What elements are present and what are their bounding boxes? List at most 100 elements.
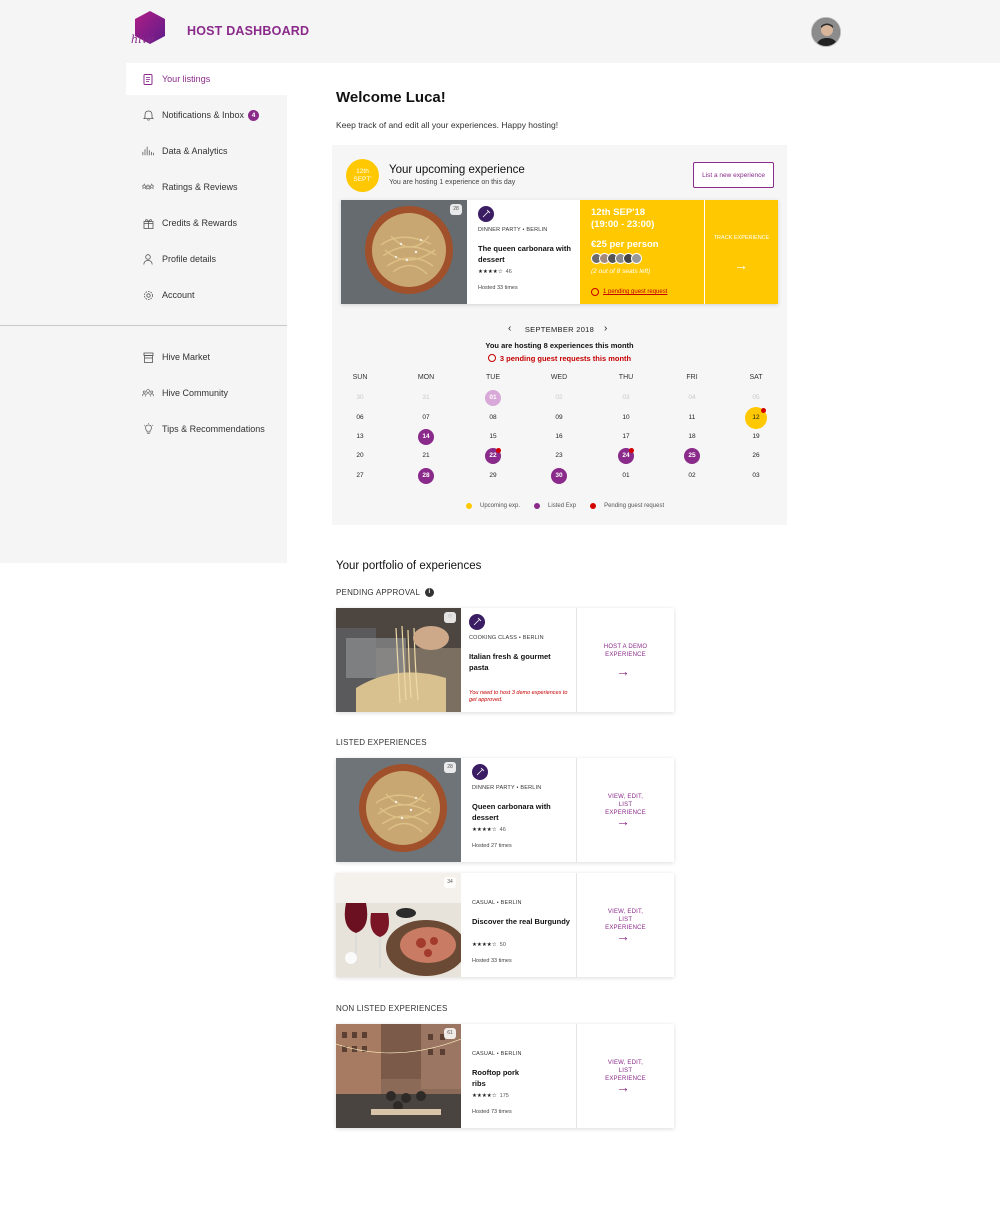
calendar-day[interactable]: 14 [418, 429, 434, 445]
city-label: BERLIN [526, 227, 548, 233]
calendar-day[interactable]: 31 [415, 387, 437, 409]
calendar-pending-text: 3 pending guest requests this month [499, 354, 632, 363]
guest-avatars [591, 253, 642, 264]
calendar-day[interactable]: 25 [684, 448, 700, 464]
weekday-label: TUE [486, 374, 500, 381]
experience-card-info: DINNER PARTY • BERLIN Queen carbonara wi… [461, 758, 577, 862]
view-edit-list-button[interactable]: VIEW, EDIT, LIST EXPERIENCE → [577, 758, 674, 862]
hosted-count: Hosted 33 times [472, 958, 512, 964]
experience-card[interactable]: 61 CASUAL • BERLIN Rooftop pork ribs ★★★… [336, 1024, 674, 1128]
view-edit-list-button[interactable]: VIEW, EDIT, LIST EXPERIENCE → [577, 873, 674, 977]
favorite-count[interactable]: 61 [444, 1028, 456, 1039]
calendar-month: SEPTEMBER 2018 [524, 325, 595, 334]
list-new-experience-button[interactable]: List a new experience [693, 162, 774, 188]
calendar-day[interactable]: 20 [349, 445, 371, 467]
bell-icon [142, 109, 154, 121]
experience-name: Italian fresh & gourmet pasta [469, 652, 551, 672]
favorite-count[interactable]: 28 [450, 204, 462, 215]
market-icon [142, 351, 154, 363]
calendar-day[interactable]: 01 [615, 465, 637, 487]
calendar-day[interactable]: 30 [551, 468, 567, 484]
seats-left: (2 out of 8 seats left) [591, 268, 651, 275]
sidebar-item-account[interactable]: Account [126, 279, 287, 311]
dashboard-title: HOST DASHBOARD [187, 24, 310, 38]
view-edit-list-button[interactable]: VIEW, EDIT, LIST EXPERIENCE → [577, 1024, 674, 1128]
experience-card[interactable]: 28 DINNER PARTY • BERLIN Queen carbonara… [336, 758, 674, 862]
weekday-label: THU [618, 374, 634, 381]
favorite-count[interactable]: 34 [444, 877, 456, 888]
favorite-button[interactable]: ♡ [444, 612, 456, 623]
rating: ★★★★☆ 46 [478, 269, 512, 275]
sidebar-item-hive-community[interactable]: Hive Community [126, 377, 287, 409]
non-listed-experiences-text: NON LISTED EXPERIENCES [336, 1004, 448, 1013]
portfolio-title: Your portfolio of experiences [336, 560, 482, 572]
weekday-label: SUN [352, 374, 368, 381]
hive-logo[interactable]: hive [130, 9, 170, 51]
calendar-day[interactable]: 05 [745, 387, 767, 409]
calendar-day[interactable]: 02 [681, 465, 703, 487]
pending-request-dot [496, 448, 501, 453]
arrow-right-icon: → [616, 663, 630, 679]
sidebar-item-your-listings[interactable]: Your listings [126, 63, 287, 95]
upcoming-experience-card[interactable]: 28 DINNER PARTY • BERLIN The queen carbo… [341, 200, 778, 304]
hosted-count: Hosted 27 times [472, 843, 512, 849]
sidebar-item-data-analytics[interactable]: Data & Analytics [126, 135, 287, 167]
calendar-day[interactable]: 28 [418, 468, 434, 484]
experience-card[interactable]: 34 CASUAL • BERLIN Discover the real Bur… [336, 873, 674, 977]
host-demo-button[interactable]: HOST A DEMO EXPERIENCE → [577, 608, 674, 712]
calendar-day[interactable]: 17 [615, 426, 637, 448]
category-label: COOKING CLASS [469, 635, 518, 641]
listed-experiences-label: LISTED EXPERIENCES [336, 738, 427, 747]
calendar-hosting-summary: You are hosting 8 experiences this month [485, 341, 634, 350]
sidebar-item-credits-rewards[interactable]: Credits & Rewards [126, 207, 287, 239]
calendar-day[interactable]: 03 [615, 387, 637, 409]
experience-name: The queen carbonara with dessert [478, 244, 571, 264]
rating-stars: ★★★★☆ [472, 942, 497, 948]
experience-name: Discover the real Burgundy [472, 917, 570, 926]
calendar-day[interactable]: 30 [349, 387, 371, 409]
calendar-day[interactable]: 04 [681, 387, 703, 409]
calendar-day[interactable]: 26 [745, 445, 767, 467]
cooking-class-icon [469, 614, 485, 630]
arrow-right-icon: → [734, 257, 748, 273]
badge-month: SEPT' [353, 176, 372, 183]
calendar-day[interactable]: 29 [482, 465, 504, 487]
sidebar-item-ratings-reviews[interactable]: Ratings & Reviews [126, 171, 287, 203]
sidebar-item-label: Credits & Rewards [162, 218, 238, 228]
city-label: BERLIN [500, 1051, 522, 1057]
sidebar-item-label: Hive Market [162, 352, 211, 362]
sidebar-item-label: Your listings [162, 74, 211, 84]
pending-approval-text: PENDING APPROVAL [336, 588, 420, 597]
sidebar-item-profile-details[interactable]: Profile details [126, 243, 287, 275]
legend-dot [466, 503, 472, 509]
track-experience-button[interactable]: TRACK EXPERIENCE → [705, 200, 778, 304]
info-icon[interactable]: i [424, 588, 434, 597]
calendar-day[interactable]: 02 [548, 387, 570, 409]
pending-request-link[interactable]: 1 pending guest request [591, 288, 667, 296]
user-avatar[interactable] [811, 17, 841, 47]
sidebar-item-notifications[interactable]: Notifications & Inbox 4 [126, 99, 287, 131]
calendar-day[interactable]: 23 [548, 445, 570, 467]
calendar-day[interactable]: 18 [681, 426, 703, 448]
arrow-right-icon: → [616, 1079, 630, 1095]
favorite-count[interactable]: 28 [444, 762, 456, 773]
calendar-day[interactable]: 15 [482, 426, 504, 448]
calendar-day[interactable]: 03 [745, 465, 767, 487]
sidebar-item-tips[interactable]: Tips & Recommendations [126, 413, 287, 445]
calendar-day[interactable]: 01 [485, 390, 501, 406]
experience-card[interactable]: ♡ COOKING CLASS • BERLIN Italian fresh &… [336, 608, 674, 712]
experience-name: Queen carbonara with dessert [472, 802, 551, 822]
sidebar: Your listings Notifications & Inbox 4 Da… [0, 63, 287, 563]
review-count: 46 [499, 827, 506, 833]
sidebar-item-hive-market[interactable]: Hive Market [126, 341, 287, 373]
calendar-day[interactable]: 07 [415, 407, 437, 429]
legend-dot [534, 503, 541, 509]
review-count: 175 [499, 1093, 509, 1099]
dinner-party-icon [472, 764, 488, 780]
calendar-day[interactable]: 24 [618, 448, 634, 464]
calendar-day[interactable]: 27 [349, 465, 371, 487]
weekday-label: WED [550, 374, 568, 381]
calendar-day[interactable]: 22 [485, 448, 501, 464]
calendar-day[interactable]: 21 [415, 445, 437, 467]
calendar-next-button[interactable]: › [604, 323, 607, 334]
